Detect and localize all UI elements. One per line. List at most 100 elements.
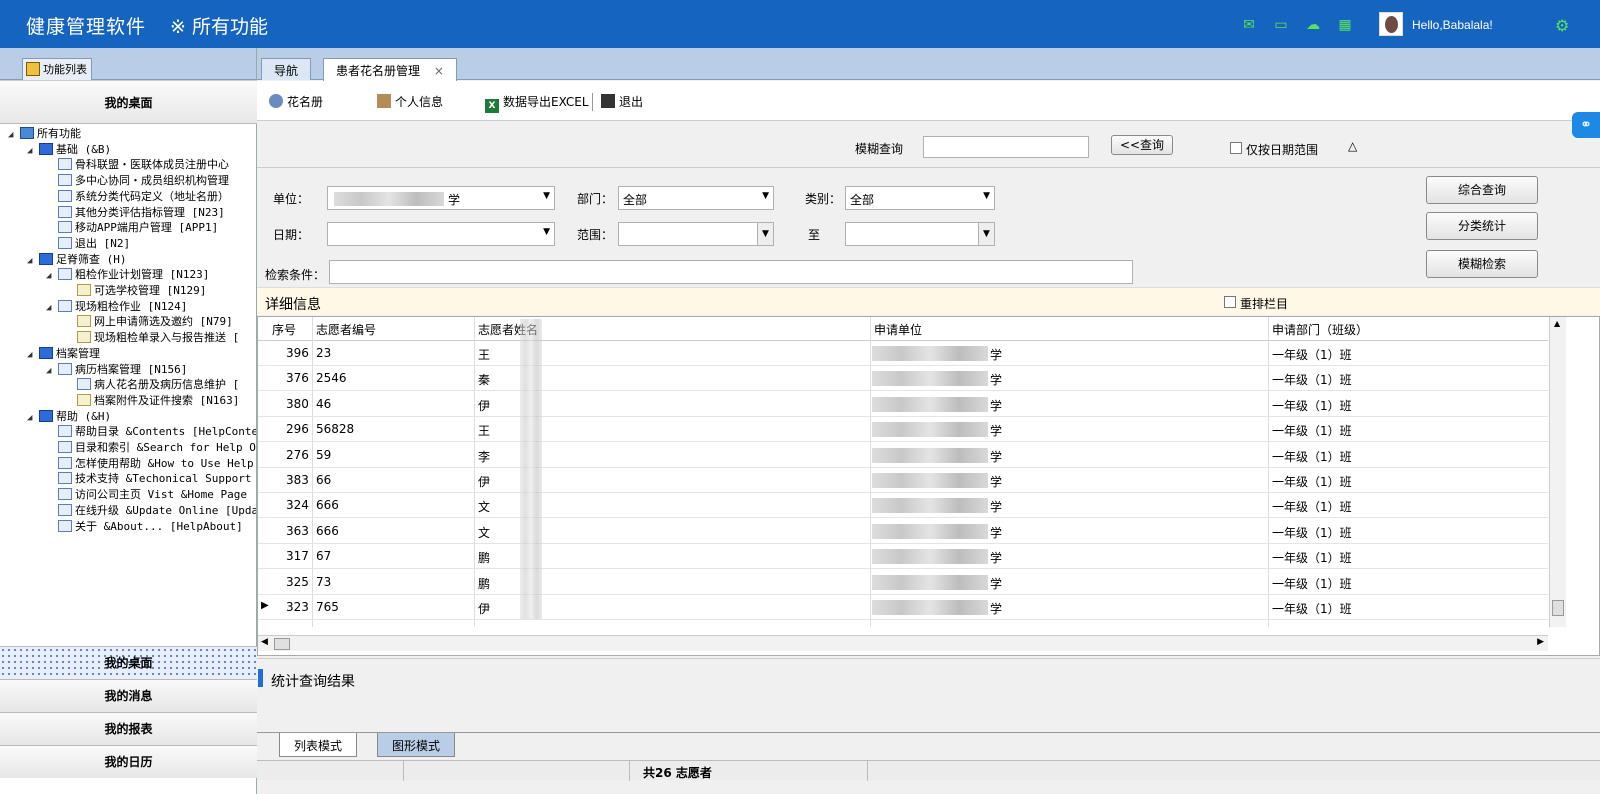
range-end-picker[interactable]: ▼	[845, 222, 995, 246]
scroll-right-arrow-icon[interactable]: ▶	[1537, 637, 1544, 647]
expand-triangle-icon[interactable]: ◢	[46, 268, 58, 284]
expand-triangle-icon[interactable]: ◢	[27, 410, 39, 426]
scroll-up-arrow-icon[interactable]: ▲	[1554, 319, 1560, 328]
tree-item[interactable]: 档案附件及证件搜索 [N163]	[65, 393, 239, 409]
expand-triangle-icon[interactable]: ◢	[27, 347, 39, 363]
tree-item[interactable]: 系统分类代码定义（地址名册）	[46, 189, 229, 205]
nav-my-desktop-top[interactable]: 我的桌面	[0, 80, 257, 124]
nav-my-messages[interactable]: 我的消息	[0, 679, 257, 712]
upload-cloud-icon[interactable]: ☁	[1304, 17, 1322, 33]
collapse-toggle-icon[interactable]: △	[1348, 139, 1357, 153]
table-row[interactable]: 383 66 伊 学 一年级（1）班	[258, 468, 1548, 493]
range-start-picker[interactable]: ▼	[618, 222, 774, 246]
tree-item[interactable]: 技术支持 &Techonical Support	[46, 471, 251, 487]
tree-item[interactable]: 现场粗检单录入与报告推送 [	[65, 330, 239, 346]
dept-select[interactable]: 全部 ▼	[618, 186, 774, 210]
table-row[interactable]: 276 59 李 学 一年级（1）班	[258, 443, 1548, 468]
tree-item[interactable]: 多中心协同・成员组织机构管理	[46, 173, 229, 189]
tree-item[interactable]: 可选学校管理 [N129]	[65, 283, 206, 299]
tree-item[interactable]: ◢ 所有功能	[8, 126, 81, 142]
personal-info-button[interactable]: 个人信息	[377, 93, 443, 110]
tree-item[interactable]: ◢ 粗检作业计划管理 [N123]	[46, 267, 209, 283]
tree-item[interactable]: ◢ 足脊筛查 (H)	[27, 252, 127, 268]
tab-chart-mode[interactable]: 图形模式	[377, 733, 456, 757]
tree-item[interactable]: 其他分类评估指标管理 [N23]	[46, 205, 225, 221]
table-row[interactable]: 380 46 伊 学 一年级（1）班	[258, 392, 1548, 417]
grid-hscroll-thumb[interactable]	[274, 638, 290, 650]
tree-item[interactable]: 关于 &About... [HelpAbout]	[46, 519, 243, 535]
expand-triangle-icon[interactable]: ◢	[8, 127, 20, 143]
criteria-input[interactable]	[329, 260, 1133, 284]
grid-vertical-scrollbar[interactable]: ▲	[1549, 317, 1566, 627]
col-unit-header[interactable]: 申请单位	[874, 321, 922, 338]
fuzzy-retrieve-button[interactable]: 模糊检索	[1426, 250, 1538, 278]
table-row[interactable]: 325 73 鹏 学 一年级（1）班	[258, 570, 1548, 595]
tab-list-mode[interactable]: 列表模式	[279, 733, 358, 757]
table-row[interactable]: 363 666 文 学 一年级（1）班	[258, 519, 1548, 544]
tree-item[interactable]: ◢ 帮助 (&H)	[27, 409, 111, 425]
nav-my-reports[interactable]: 我的报表	[0, 712, 257, 745]
col-seq-header[interactable]: 序号	[272, 321, 296, 338]
rearrange-columns-checkbox[interactable]	[1224, 296, 1236, 308]
tree-item[interactable]: ◢ 病历档案管理 [N156]	[46, 362, 187, 378]
export-excel-button[interactable]: X 数据导出EXCEL	[485, 93, 589, 113]
cell-volunteer-name: 伊	[478, 398, 491, 413]
category-select[interactable]: 全部 ▼	[845, 186, 995, 210]
tree-item[interactable]: 病人花名册及病历信息维护 [	[65, 377, 239, 393]
mail-icon[interactable]: ✉	[1240, 17, 1258, 33]
tab-navigation[interactable]: 导航	[261, 58, 312, 80]
grid-horizontal-scrollbar[interactable]: ◀ ▶	[258, 635, 1548, 651]
tree-item[interactable]: 网上申请筛选及邀约 [N79]	[65, 314, 233, 330]
fuzzy-query-input[interactable]	[923, 136, 1089, 158]
expand-triangle-icon[interactable]: ◢	[27, 253, 39, 269]
tree-item[interactable]: ◢ 现场粗检作业 [N124]	[46, 299, 187, 315]
tree-item[interactable]: ◢ 基础 (&B)	[27, 142, 111, 158]
scroll-left-arrow-icon[interactable]: ◀	[261, 637, 268, 647]
user-greeting[interactable]: Hello,Babalala!	[1412, 18, 1493, 32]
expand-triangle-icon[interactable]: ◢	[46, 300, 58, 316]
close-icon[interactable]: ×	[434, 64, 444, 78]
tab-function-list[interactable]: 功能列表	[22, 58, 92, 80]
roster-button[interactable]: 花名册	[269, 93, 323, 110]
query-button[interactable]: <<查询	[1111, 135, 1173, 155]
all-functions-link[interactable]: ※ 所有功能	[170, 12, 268, 39]
tree-item[interactable]: 退出 [N2]	[46, 236, 130, 252]
share-float-icon[interactable]: ⚭	[1572, 112, 1600, 138]
chat-icon[interactable]: ▭	[1272, 17, 1290, 33]
nav-my-calendar[interactable]: 我的日历	[0, 745, 257, 778]
col-dept-header[interactable]: 申请部门（班级）	[1272, 321, 1368, 338]
nav-my-desktop[interactable]: 我的桌面	[0, 646, 257, 679]
tree-item[interactable]: 目录和索引 &Search for Help Or	[46, 440, 256, 456]
tree-item[interactable]: 移动APP端用户管理 [APP1]	[46, 220, 218, 236]
table-row[interactable]: 324 666 文 学 一年级（1）班	[258, 493, 1548, 519]
combined-query-button[interactable]: 综合查询	[1426, 176, 1538, 204]
tree-item[interactable]: 访问公司主页 Vist &Home Page	[46, 487, 247, 503]
col-id-header[interactable]: 志愿者编号	[316, 321, 376, 338]
table-row[interactable]: 296 56828 王 学 一年级（1）班	[258, 417, 1548, 443]
tree-item[interactable]: 骨科联盟・医联体成员注册中心	[46, 157, 229, 173]
table-row[interactable]: ▶ 323 765 伊 学 一年级（1）班	[258, 595, 1548, 620]
exit-button[interactable]: 退出	[601, 93, 643, 110]
table-row[interactable]: 376 2546 秦 学 一年级（1）班	[258, 366, 1548, 392]
expand-triangle-icon[interactable]: ◢	[46, 363, 58, 379]
tree-item[interactable]: 帮助目录 &Contents [HelpConter	[46, 424, 256, 440]
expand-triangle-icon[interactable]: ◢	[27, 143, 39, 159]
date-select[interactable]: ▼	[327, 222, 555, 246]
table-row[interactable]: 396 23 王 学 一年级（1）班	[258, 341, 1548, 366]
avatar[interactable]	[1379, 12, 1403, 36]
grid-scroll-thumb[interactable]	[1552, 600, 1564, 616]
unit-select[interactable]: 学 ▼	[327, 186, 555, 210]
page-icon	[58, 174, 72, 187]
redacted-name-column	[520, 319, 542, 619]
tree-item[interactable]: 怎样使用帮助 &How to Use Help	[46, 456, 254, 472]
date-only-checkbox[interactable]	[1230, 142, 1242, 154]
category-stats-button[interactable]: 分类统计	[1426, 212, 1538, 240]
chevron-down-icon[interactable]: ▼	[757, 223, 773, 245]
tree-item[interactable]: ◢ 档案管理	[27, 346, 100, 362]
chevron-down-icon[interactable]: ▼	[978, 223, 994, 245]
calendar-icon[interactable]: ▦	[1336, 17, 1354, 33]
tree-item[interactable]: 在线升级 &Update Online [Upda	[46, 503, 256, 519]
table-row[interactable]: 317 67 鹏 学 一年级（1）班	[258, 544, 1548, 570]
gear-icon[interactable]: ⚙	[1555, 16, 1569, 35]
tab-patient-roster[interactable]: 患者花名册管理 ×	[323, 58, 457, 81]
